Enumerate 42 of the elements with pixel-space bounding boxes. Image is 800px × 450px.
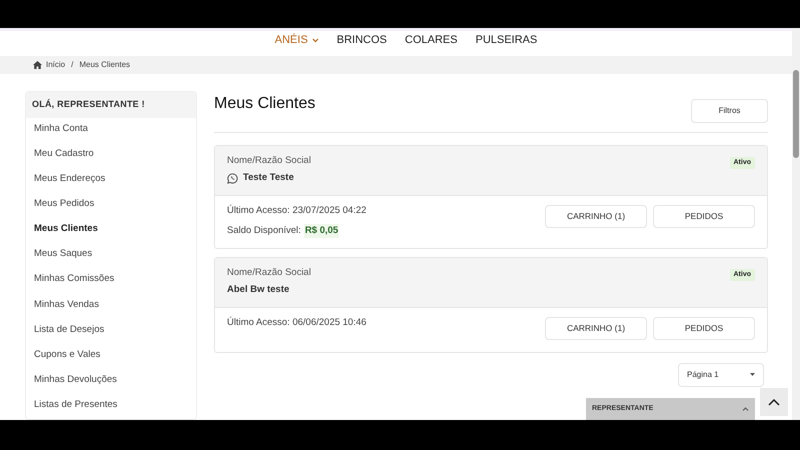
- scrollbar-thumb[interactable]: [793, 70, 799, 158]
- nav-link[interactable]: ANÉIS: [274, 32, 319, 49]
- sidebar-item[interactable]: Meus Endereços: [26, 168, 196, 194]
- home-icon: [33, 60, 42, 69]
- breadcrumb-separator: /: [71, 58, 74, 71]
- nav-link[interactable]: COLARES: [404, 32, 458, 49]
- client-action-button[interactable]: CARRINHO (1): [545, 204, 647, 228]
- client-name: Teste Teste: [243, 171, 294, 186]
- nav-link[interactable]: PULSEIRAS: [475, 32, 538, 49]
- field-label: Nome/Razão Social: [227, 266, 311, 280]
- sidebar-item[interactable]: Meu Cadastro: [26, 142, 196, 168]
- nav-link[interactable]: BRINCOS: [336, 32, 387, 49]
- client-action-button[interactable]: PEDIDOS: [653, 316, 755, 340]
- last-access-text: Último Acesso: 06/06/2025 10:46: [227, 316, 366, 330]
- client-action-button[interactable]: CARRINHO (1): [545, 316, 647, 340]
- last-access-text: Último Acesso: 23/07/2025 04:22: [227, 204, 366, 218]
- chevron-up-icon: [768, 398, 780, 406]
- back-to-top-button[interactable]: [760, 388, 788, 416]
- sidebar-item[interactable]: Minhas Comissões: [26, 268, 196, 294]
- sidebar-item[interactable]: Cupons e Vales: [26, 344, 196, 369]
- sidebar-item[interactable]: Listas de Presentes: [26, 394, 196, 419]
- whatsapp-icon[interactable]: [227, 173, 238, 184]
- breadcrumb-link[interactable]: Meus Clientes: [79, 58, 130, 71]
- client-action-button[interactable]: PEDIDOS: [653, 204, 755, 228]
- sidebar-item[interactable]: Meus Saques: [26, 243, 196, 268]
- sidebar-item[interactable]: Meus Clientes: [26, 218, 196, 244]
- caret-icon: [750, 373, 755, 376]
- client-name: Abel Bw teste: [227, 283, 290, 298]
- balance-label: Saldo Disponível:: [227, 224, 301, 238]
- filter-button[interactable]: Filtros: [691, 98, 768, 123]
- page-select[interactable]: Página 1: [678, 362, 764, 387]
- sidebar-item[interactable]: Minhas Devoluções: [26, 368, 196, 394]
- balance-value: R$ 0,05: [304, 224, 340, 238]
- field-label: Nome/Razão Social: [227, 154, 311, 168]
- sidebar-item[interactable]: Lista de Desejos: [26, 318, 196, 344]
- sidebar-item[interactable]: Minha Conta: [26, 118, 196, 143]
- page-title: Meus Clientes: [214, 94, 316, 114]
- sidebar-item[interactable]: Meus Pedidos: [26, 193, 196, 218]
- sidebar-title: OLÁ, REPRESENTANTE !: [26, 92, 196, 118]
- chevron-up-icon: [742, 407, 749, 411]
- sidebar-item[interactable]: Minhas Vendas: [26, 294, 196, 319]
- breadcrumb-link[interactable]: Início: [46, 58, 66, 71]
